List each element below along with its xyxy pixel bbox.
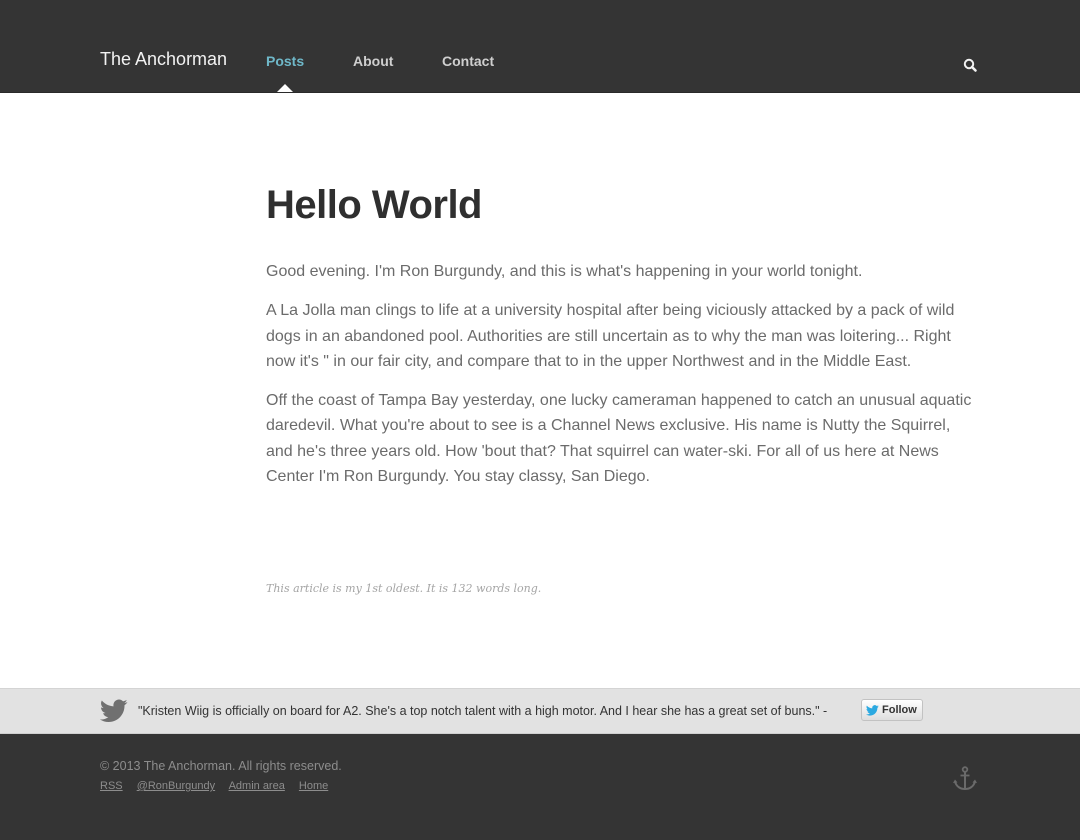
site-brand-link[interactable]: The Anchorman: [100, 48, 227, 70]
tweet-text: "Kristen Wiig is officially on board for…: [138, 704, 828, 718]
post-title: Hello World: [266, 183, 482, 227]
footer-link-admin[interactable]: Admin area: [229, 780, 285, 792]
footer-link-rss[interactable]: RSS: [100, 780, 123, 792]
post-paragraph: A La Jolla man clings to life at a unive…: [266, 302, 955, 370]
site-header: The Anchorman Posts About Contact: [0, 0, 1080, 93]
article: Hello World Good evening. I'm Ron Burgun…: [266, 180, 980, 503]
follow-label: Follow: [882, 704, 917, 716]
twitter-follow-button[interactable]: Follow: [861, 699, 923, 721]
search-button[interactable]: [960, 56, 982, 78]
post-paragraph: Good evening. I'm Ron Burgundy, and this…: [266, 263, 863, 280]
post-paragraph: Off the coast of Tampa Bay yesterday, on…: [266, 392, 972, 486]
anchor-icon: [953, 766, 977, 791]
nav-posts[interactable]: Posts: [266, 52, 304, 70]
footer-link-twitter[interactable]: @RonBurgundy: [137, 780, 215, 792]
nav-about[interactable]: About: [353, 52, 393, 70]
copyright-text: © 2013 The Anchorman. All rights reserve…: [100, 759, 342, 773]
twitter-bird-icon: [100, 699, 128, 722]
post-meta: This article is my 1st oldest. It is 132…: [266, 582, 542, 595]
footer-link-home[interactable]: Home: [299, 780, 328, 792]
site-footer: © 2013 The Anchorman. All rights reserve…: [0, 734, 1080, 840]
post-body: Good evening. I'm Ron Burgundy, and this…: [266, 259, 980, 489]
latest-tweet-bar: "Kristen Wiig is officially on board for…: [0, 688, 1080, 734]
active-nav-caret: [277, 84, 293, 92]
footer-links: RSS @RonBurgundy Admin area Home: [100, 779, 339, 793]
nav-contact[interactable]: Contact: [442, 52, 494, 70]
search-icon: [963, 58, 977, 72]
twitter-bird-small-icon: [866, 704, 879, 716]
